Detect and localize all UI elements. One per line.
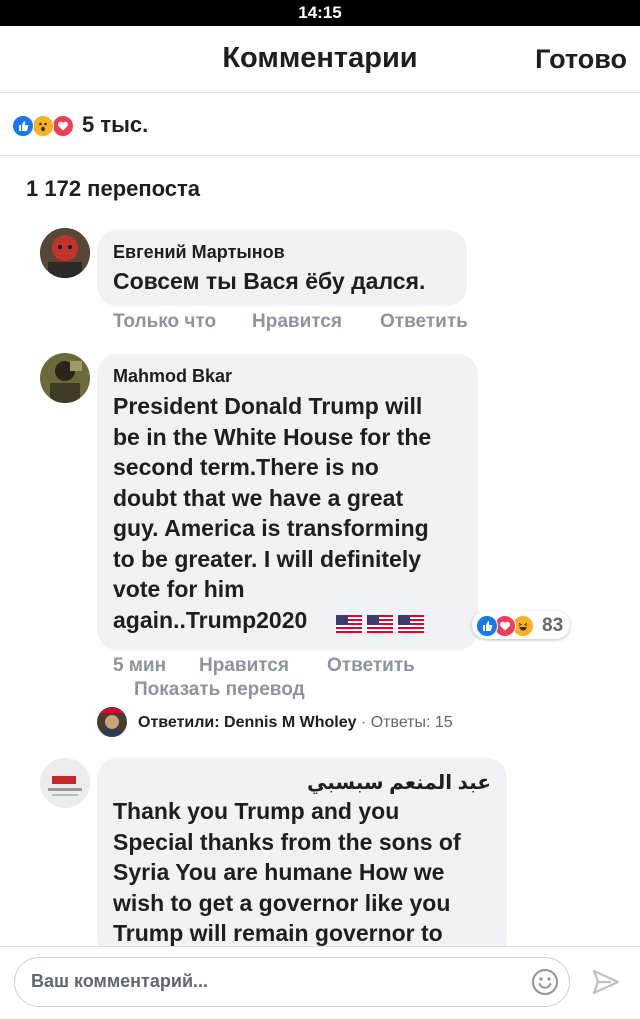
done-button[interactable]: Готово [535,44,627,75]
replies-count: Ответы: 15 [370,714,453,731]
reactions-summary[interactable]: 5 тыс. [0,93,640,156]
love-icon [52,115,74,137]
like-button[interactable]: Нравится [252,311,342,333]
us-flag-icon [336,615,362,633]
comment-author[interactable]: عبد المنعم سبسبي [307,770,491,795]
comment-bubble[interactable]: Mahmod Bkar President Donald Trump will … [97,354,478,650]
reaction-count: 83 [542,615,564,636]
avatar[interactable] [40,758,90,808]
header: Комментарии Готово [0,26,640,93]
comment-input-placeholder: Ваш комментарий... [31,971,209,991]
us-flag-icon [367,615,393,633]
view-replies-link[interactable]: Ответили: Dennis M Wholey · Ответы: 15 [138,714,453,732]
avatar[interactable] [40,228,90,278]
comment-input[interactable]: Ваш комментарий... [14,957,570,1007]
reply-button[interactable]: Ответить [380,311,468,333]
comment-bubble[interactable]: عبد المنعم سبسبي Thank you Trump and you… [97,758,507,958]
replies-separator: · [356,714,371,731]
us-flag-icon [398,615,424,633]
comment-text: President Donald Trump will be in the Wh… [113,393,432,633]
show-translation-link[interactable]: Показать перевод [134,679,305,701]
reply-button[interactable]: Ответить [327,655,415,677]
comment-reactions[interactable]: 83 [472,611,570,639]
comment-author[interactable]: Mahmod Bkar [113,366,232,387]
comment-author[interactable]: Евгений Мартынов [113,242,285,263]
comment-composer: Ваш комментарий... [0,946,640,1019]
comment-time: 5 мин [113,655,167,676]
send-icon[interactable] [590,966,622,998]
emoji-icon[interactable] [531,968,559,996]
like-button[interactable]: Нравится [199,655,289,677]
reply-avatar [97,707,127,737]
shares-count[interactable]: 1 172 перепоста [26,176,200,202]
status-time: 14:15 [298,3,342,22]
comment-text: Совсем ты Вася ёбу дался. [113,268,426,294]
status-bar: 14:15 [0,0,640,26]
comment-text: Thank you Trump and you Special thanks f… [113,798,461,946]
flag-icons [336,615,424,633]
comment-time: Только что [113,311,217,332]
comment-bubble[interactable]: Евгений Мартынов Совсем ты Вася ёбу далс… [97,230,467,306]
replies-author: Ответили: Dennis M Wholey [138,714,357,731]
avatar[interactable] [40,353,90,403]
like-icon [12,115,34,137]
reaction-count: 5 тыс. [82,112,149,137]
wow-icon [32,115,54,137]
like-icon [476,615,498,637]
